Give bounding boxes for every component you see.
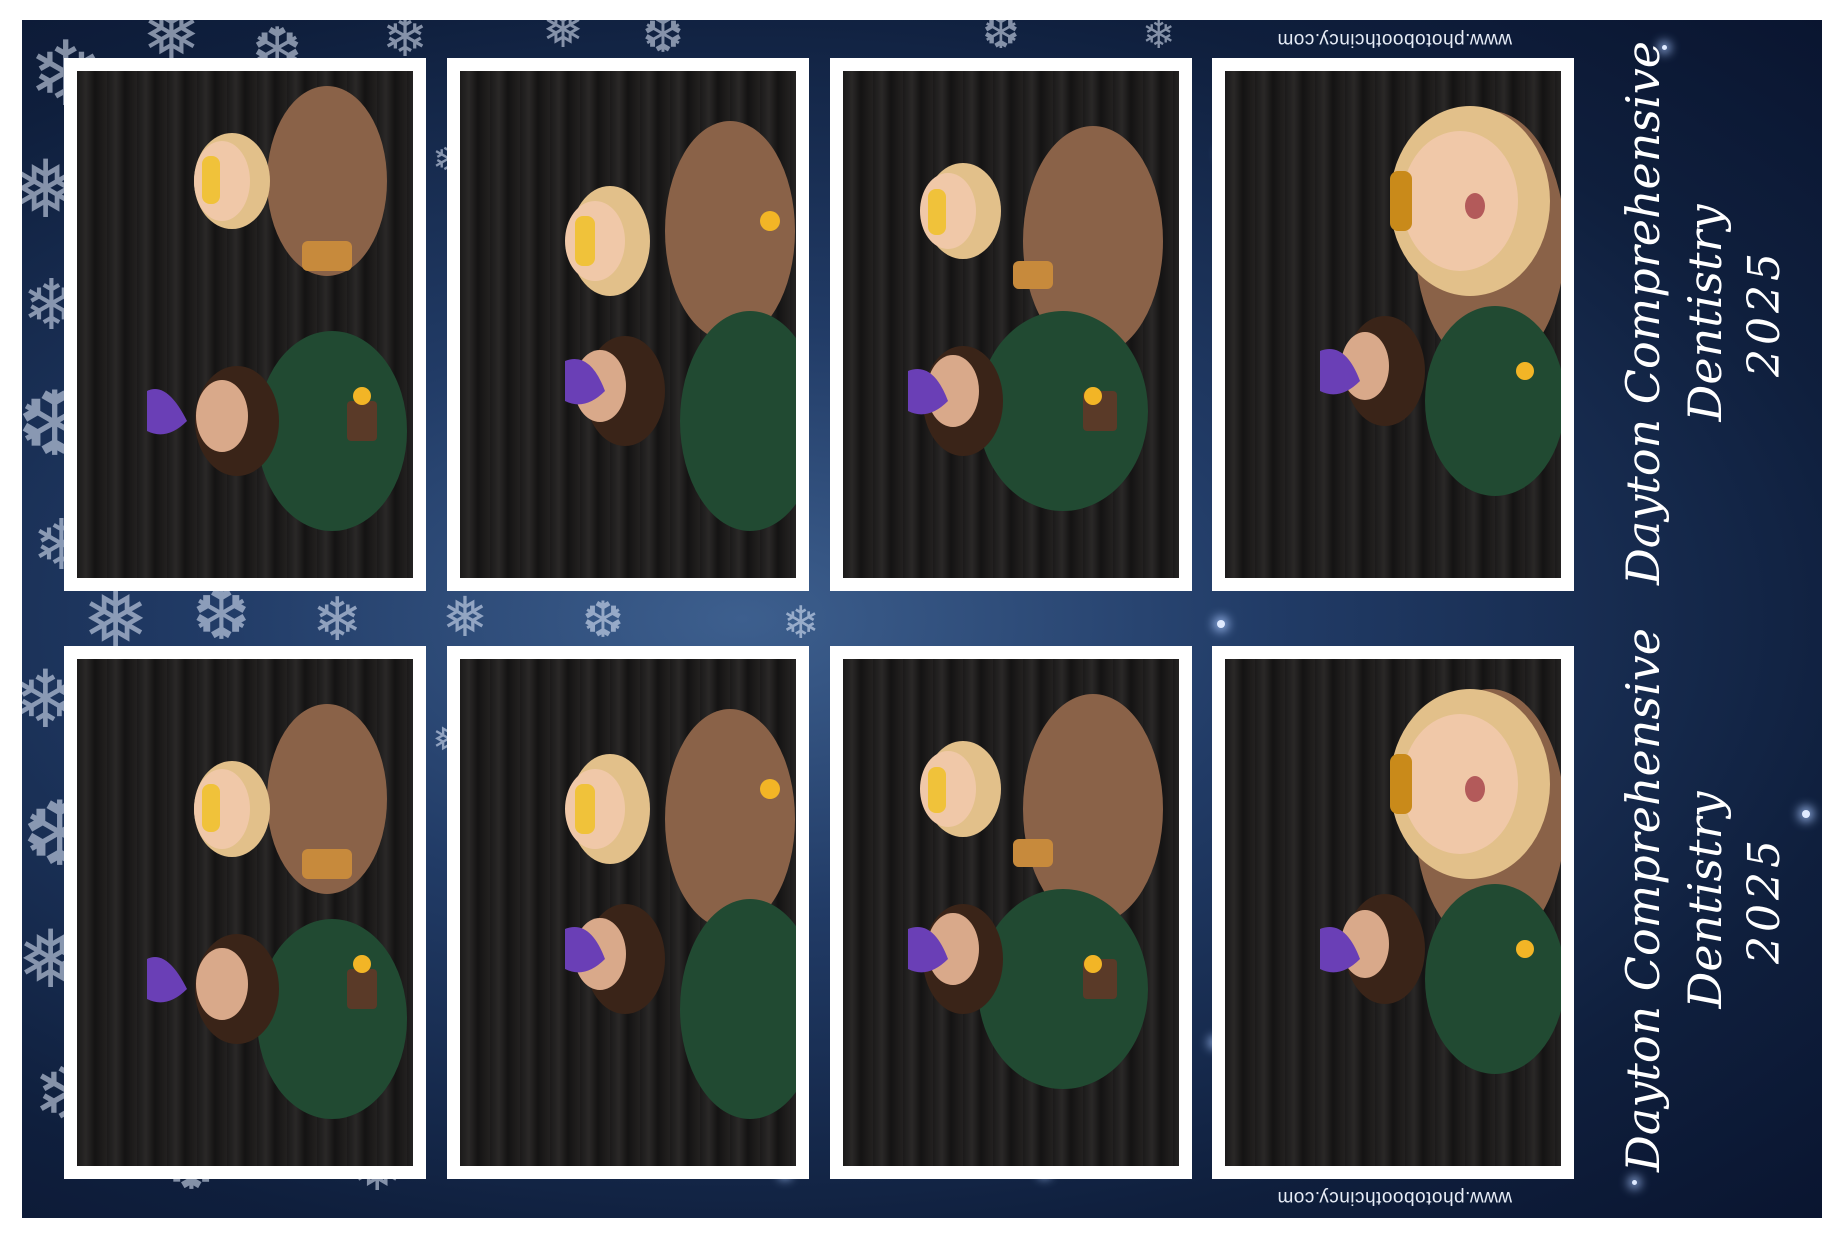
booth-photo-people [908,126,1163,511]
event-title-line2: Dentistry [1678,791,1732,1009]
photo-frame [1212,58,1574,591]
photo-frame [830,58,1192,591]
photo-frame [64,58,426,591]
event-year: 2025 [1739,249,1790,377]
booth-photo-people [147,86,407,531]
event-title: Dayton Comprehensive Dentistry 2025 [1612,620,1802,1180]
booth-photo-people [565,121,796,531]
booth-photo [843,71,1179,578]
photo-frame [1212,646,1574,1179]
event-title-line2: Dentistry [1678,204,1732,422]
photo-strip-sheet: ❄ ❅ ❆ ❄ ❅ ❆ ❅ ❄ ❆ ❄ ❅ ❆ ❄ ❅ ❆ ❄ ❄ ❆ ❅ ❄ … [22,20,1822,1218]
website-url: www.photoboothcincy.com [1277,29,1513,50]
booth-photo-people [1320,106,1561,496]
booth-photo-people [565,709,796,1119]
event-year: 2025 [1739,836,1790,964]
booth-photo [77,659,413,1166]
event-title-line1: Dayton Comprehensive [1616,41,1670,585]
photo-frame [830,646,1192,1179]
photo-frame [447,646,809,1179]
booth-photo-people [908,694,1163,1089]
event-title: Dayton Comprehensive Dentistry 2025 [1612,33,1802,593]
booth-photo [77,71,413,578]
booth-photo-people [1320,689,1561,1074]
booth-photo [460,659,796,1166]
booth-photo [460,71,796,578]
website-url: www.photoboothcincy.com [1277,1187,1513,1208]
booth-photo [843,659,1179,1166]
booth-photo [1225,71,1561,578]
photo-frame [64,646,426,1179]
photo-frame [447,58,809,591]
event-title-line1: Dayton Comprehensive [1616,628,1670,1172]
booth-photo [1225,659,1561,1166]
booth-photo-people [147,704,407,1119]
